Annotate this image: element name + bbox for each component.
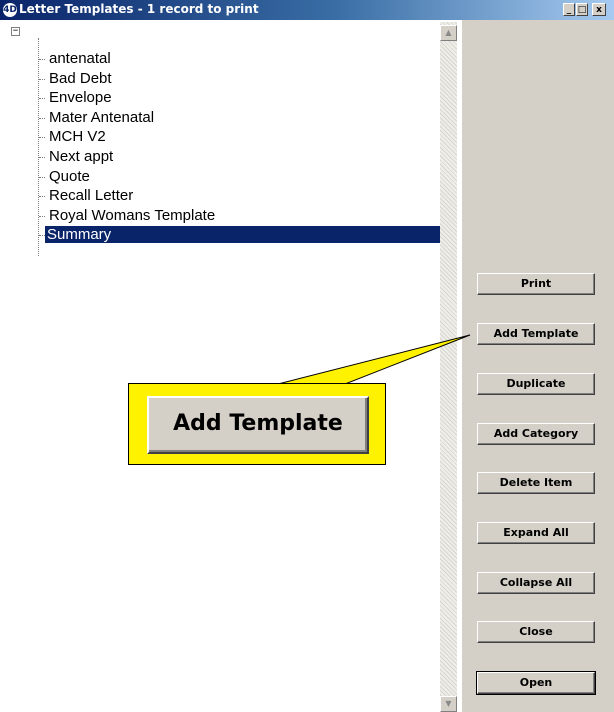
duplicate-button[interactable]: Duplicate: [477, 373, 595, 395]
title-bar[interactable]: 4D Letter Templates - 1 record to print …: [0, 0, 614, 20]
tree-item[interactable]: MCH V2: [39, 128, 443, 148]
callout-add-template-button: Add Template: [147, 396, 369, 454]
tree-root-collapse-icon[interactable]: −: [11, 27, 20, 36]
tree-item[interactable]: Royal Womans Template: [39, 207, 443, 227]
tree-item[interactable]: Next appt: [39, 148, 443, 168]
window-title: Letter Templates - 1 record to print: [19, 2, 259, 16]
close-window-button[interactable]: x: [592, 3, 606, 16]
minimize-button[interactable]: _: [563, 3, 575, 16]
delete-item-button[interactable]: Delete Item: [477, 472, 595, 494]
actions-panel: [462, 20, 614, 712]
tree-item-label: Envelope: [49, 89, 112, 107]
add-category-button[interactable]: Add Category: [477, 423, 595, 445]
tree-item-label: MCH V2: [49, 128, 106, 146]
maximize-button[interactable]: □: [576, 3, 588, 16]
tree-item[interactable]: Mater Antenatal: [39, 109, 443, 129]
tree-item-list: antenatal Bad Debt Envelope Mater Antena…: [39, 50, 443, 246]
tree-item-label: Royal Womans Template: [49, 206, 216, 224]
tree-item-label: Recall Letter: [49, 187, 134, 205]
expand-all-button[interactable]: Expand All: [477, 522, 595, 544]
tree-item-label: Bad Debt: [49, 69, 112, 87]
app-icon: 4D: [3, 3, 17, 17]
tree-item-label: Quote: [49, 167, 90, 185]
tree-item-label: Next appt: [49, 147, 114, 165]
scroll-up-arrow-icon[interactable]: ▲: [440, 25, 457, 41]
tree-item-selected[interactable]: Summary: [39, 226, 443, 246]
tree-item-label: Summary: [45, 226, 443, 244]
add-template-button[interactable]: Add Template: [477, 323, 595, 345]
tree-item[interactable]: antenatal: [39, 50, 443, 70]
tree-item-label: Mater Antenatal: [49, 108, 155, 126]
collapse-all-button[interactable]: Collapse All: [477, 572, 595, 594]
tree-item[interactable]: Quote: [39, 168, 443, 188]
tree-item-label: antenatal: [49, 50, 111, 67]
callout-box: Add Template: [128, 383, 386, 465]
template-tree[interactable]: − antenatal Bad Debt Envelope Mater Ante…: [3, 22, 463, 712]
tree-item[interactable]: Bad Debt: [39, 70, 443, 90]
scroll-down-arrow-icon[interactable]: ▼: [440, 696, 457, 712]
print-button[interactable]: Print: [477, 273, 595, 295]
close-button[interactable]: Close: [477, 621, 595, 643]
open-button[interactable]: Open: [476, 671, 596, 695]
vertical-scrollbar[interactable]: ▲ ▼: [440, 22, 457, 712]
tree-item[interactable]: Recall Letter: [39, 187, 443, 207]
tree-item[interactable]: Envelope: [39, 89, 443, 109]
